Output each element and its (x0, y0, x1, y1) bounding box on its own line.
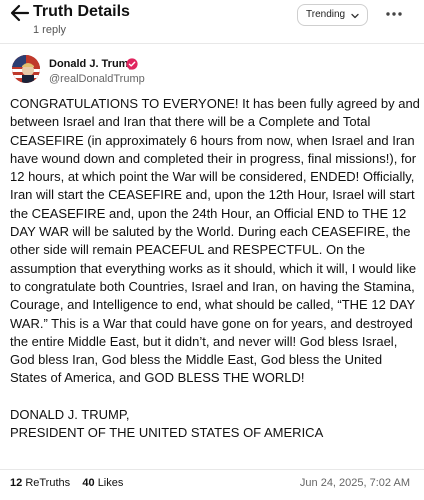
more-icon[interactable] (384, 6, 404, 22)
author-handle: @realDonaldTrump (49, 73, 145, 85)
likes-stat[interactable]: 40 Likes (82, 477, 123, 489)
verified-icon (126, 58, 138, 70)
stats-divider (0, 469, 424, 470)
avatar-image (12, 55, 40, 83)
retruths-stat[interactable]: 12 ReTruths (10, 477, 70, 489)
sort-select[interactable]: Trending (297, 4, 368, 26)
chevron-down-icon (351, 13, 359, 19)
avatar[interactable] (12, 55, 40, 83)
post-text: CONGRATULATIONS TO EVERYONE! It has been… (10, 95, 420, 442)
retruths-count: 12 (10, 477, 23, 489)
page-title: Truth Details (33, 3, 130, 20)
author-name[interactable]: Donald J. Trump (49, 58, 135, 70)
retruths-label: ReTruths (25, 477, 71, 489)
post-signature-line: PRESIDENT OF THE UNITED STATES OF AMERIC… (10, 425, 324, 441)
post-body: CONGRATULATIONS TO EVERYONE! It has been… (10, 96, 420, 386)
likes-label: Likes (97, 477, 124, 489)
reply-count: 1 reply (33, 24, 67, 36)
back-arrow-icon[interactable] (8, 2, 32, 24)
post-timestamp: Jun 24, 2025, 7:02 AM (299, 477, 410, 489)
likes-count: 40 (82, 477, 95, 489)
header-divider (0, 43, 424, 44)
header-bar: Truth Details 1 reply Trending (0, 0, 424, 36)
post-signature-line: DONALD J. TRUMP, (10, 406, 130, 422)
sort-select-value: Trending (306, 9, 346, 20)
post-stats: 12 ReTruths 40 Likes (10, 477, 123, 489)
